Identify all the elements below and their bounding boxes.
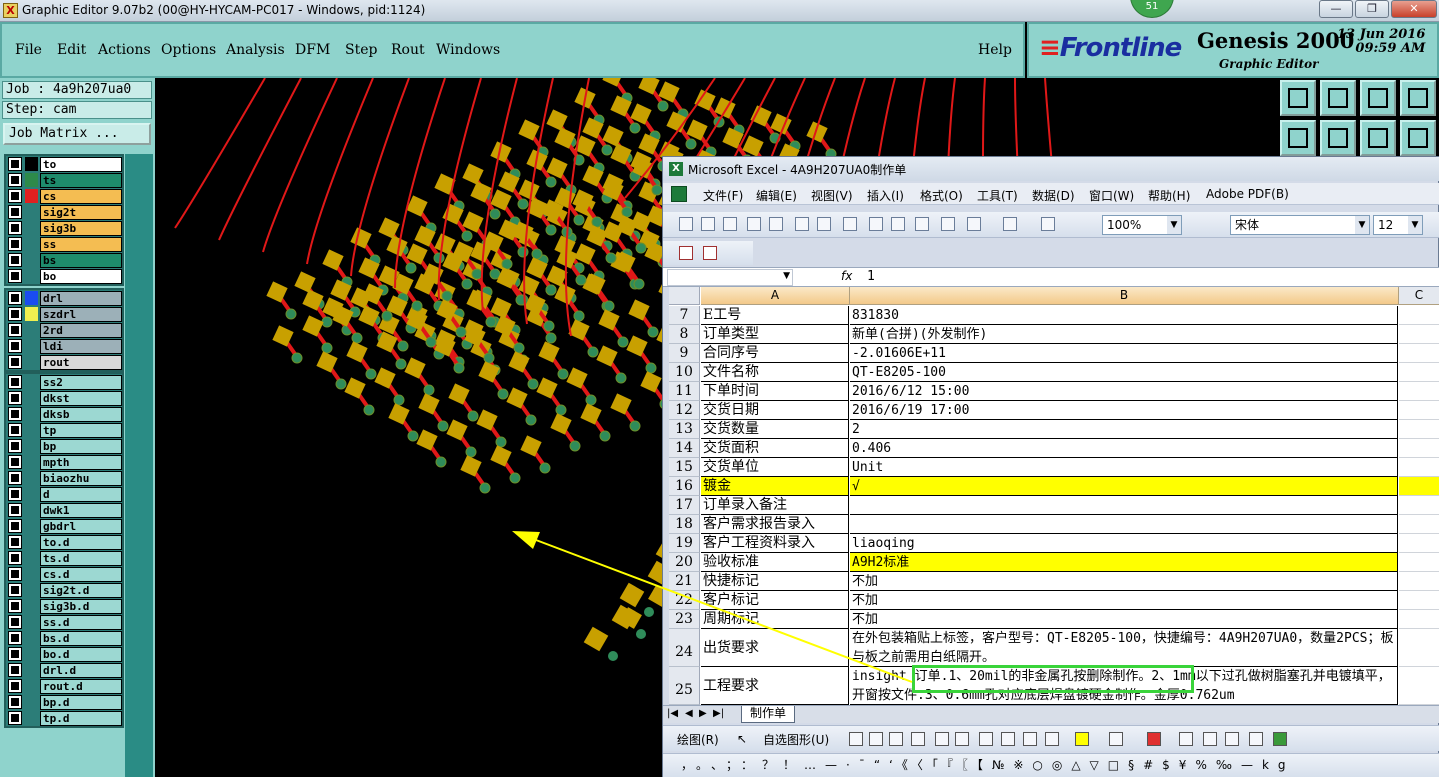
annotation-overlay (512, 531, 913, 683)
desktop: X Graphic Editor 9.07b2 (00@HY-HYCAM-PC0… (0, 0, 1439, 777)
annotation-arrowhead-icon (512, 531, 540, 549)
annotation-arrow-line (527, 536, 913, 683)
